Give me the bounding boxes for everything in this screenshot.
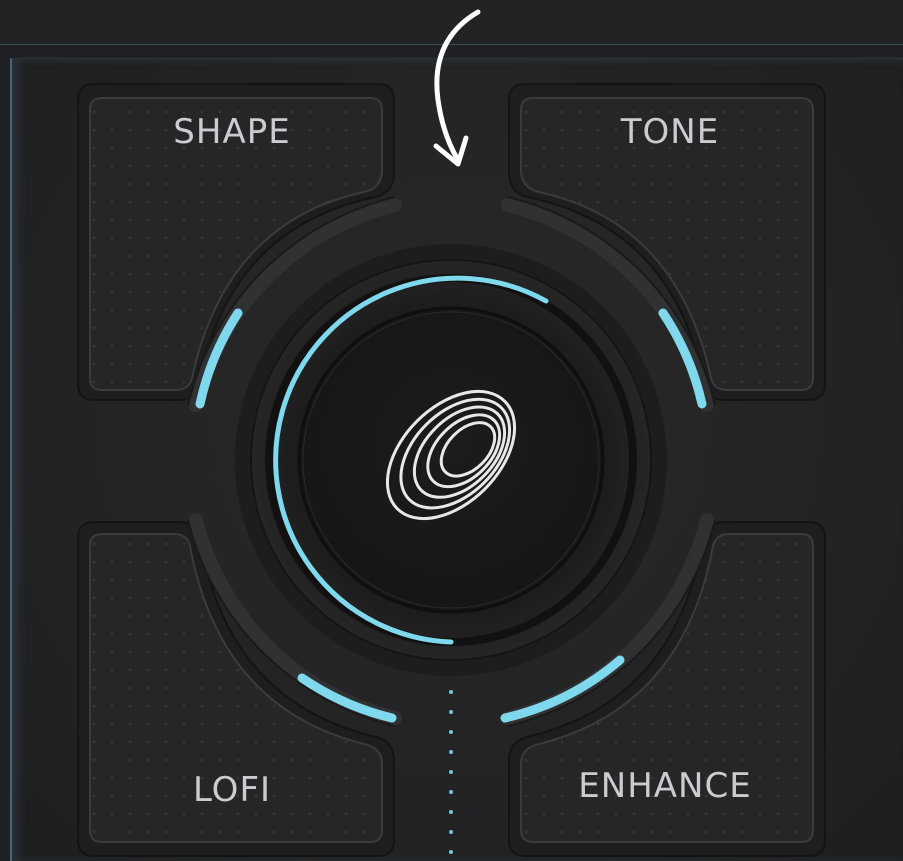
pad-label-lofi: LOFI — [192, 770, 272, 810]
curved-arrow-down-icon — [433, 9, 481, 167]
pad-label-enhance: ENHANCE — [578, 766, 752, 806]
center-dotted-divider — [449, 690, 453, 854]
pad-label-shape: SHAPE — [173, 112, 291, 152]
center-knob[interactable] — [235, 244, 667, 676]
pad-label-tone: TONE — [620, 112, 720, 152]
